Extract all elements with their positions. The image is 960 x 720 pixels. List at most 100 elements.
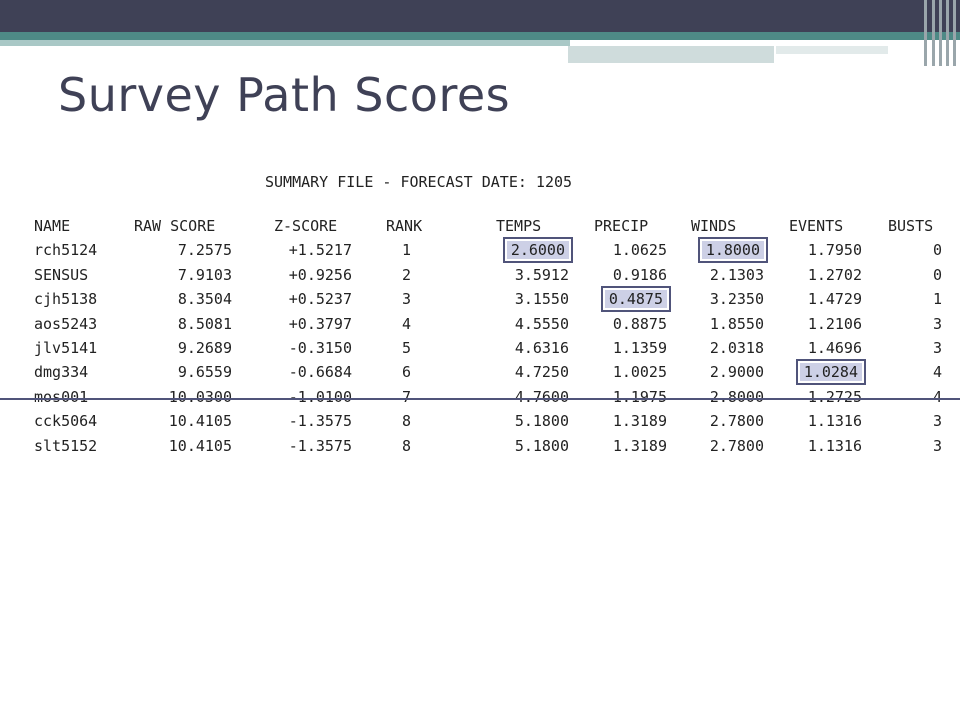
cell-value: 2.0318 — [709, 338, 764, 357]
cell-value: 1.1975 — [612, 387, 667, 406]
table-cell: 4 — [884, 360, 942, 384]
accent-band — [0, 32, 960, 40]
table-cell: 4.7250 — [489, 360, 569, 384]
cell-value: 0.8875 — [612, 314, 667, 333]
table-cell: 1.0625 — [587, 238, 667, 262]
table-cell: +0.3797 — [264, 312, 352, 336]
cell-value: 8 — [401, 436, 412, 455]
cell-value: dmg334 — [34, 363, 89, 382]
table-row: cjh5138 8.3504 +0.5237 3 3.1550 0.4875 3.2350 1… — [34, 286, 949, 313]
cell-value: 3.2350 — [709, 290, 764, 309]
cell-value: 8.3504 — [177, 290, 232, 309]
cell-value: 1.8550 — [709, 314, 764, 333]
cell-value: 10.4105 — [168, 436, 232, 455]
table-cell: 4.5550 — [489, 312, 569, 336]
cell-value: -1.3575 — [288, 412, 352, 431]
table-cell: 10.4105 — [129, 409, 232, 433]
table-header-row: NAME RAW SCORE Z-SCORE RANK TEMPS PRECIP… — [34, 214, 949, 238]
table-cell: 0 — [884, 263, 942, 287]
table-cell: slt5152 — [34, 434, 97, 458]
cell-value: 1 — [401, 241, 412, 260]
table-cell: +0.5237 — [264, 287, 352, 311]
table-cell: 1.2106 — [782, 312, 862, 336]
table-cell: 1.2702 — [782, 263, 862, 287]
cell-value: 1.1316 — [807, 412, 862, 431]
cell-value: 4.6316 — [514, 338, 569, 357]
highlighted-value: 2.6000 — [502, 237, 574, 264]
table-cell: 3.2350 — [684, 287, 764, 311]
table-cell: 9.2689 — [129, 336, 232, 360]
table-cell: -1.0100 — [264, 385, 352, 409]
cell-value: mos001 — [34, 387, 89, 406]
table-cell: 1.1316 — [782, 434, 862, 458]
cell-value: 1.3189 — [612, 412, 667, 431]
column-header: RAW SCORE — [134, 217, 216, 235]
cell-value: 7.2575 — [177, 241, 232, 260]
cell-value: 5.1800 — [514, 436, 569, 455]
cell-value: +0.3797 — [288, 314, 352, 333]
table-row: slt5152 10.4105 -1.3575 8 5.1800 1.3189 2.7800… — [34, 434, 949, 458]
table-cell: 3.1550 — [489, 287, 569, 311]
table-cell: 1.8000 — [684, 237, 769, 264]
cell-value: 2.9000 — [709, 363, 764, 382]
cell-value: 1.4729 — [807, 290, 862, 309]
cell-value: 8 — [401, 412, 412, 431]
cell-value: 7 — [401, 387, 412, 406]
table-cell: 8 — [384, 434, 429, 458]
table-cell: 5.1800 — [489, 409, 569, 433]
cell-value: 9.2689 — [177, 338, 232, 357]
table-cell: 2.9000 — [684, 360, 764, 384]
table-cell: 3 — [884, 409, 942, 433]
cell-value: 2.7800 — [709, 436, 764, 455]
cell-value: rch5124 — [34, 241, 98, 260]
cell-value: -1.3575 — [288, 436, 352, 455]
table-cell: 1.3189 — [587, 434, 667, 458]
cell-value: 1.1316 — [807, 436, 862, 455]
table-cell: 1.0025 — [587, 360, 667, 384]
table-cell: 3 — [884, 336, 942, 360]
cell-value: 3 — [932, 338, 942, 357]
cell-value: SENSUS — [34, 265, 89, 284]
cell-value: 10.0300 — [168, 387, 232, 406]
column-header: PRECIP — [594, 217, 649, 235]
table-cell: 1.2725 — [782, 385, 862, 409]
table-cell: 8 — [384, 409, 429, 433]
cell-value: 5 — [401, 338, 412, 357]
accent-band-light — [776, 46, 888, 54]
table-cell: 6 — [384, 360, 429, 384]
table-cell: aos5243 — [34, 312, 97, 336]
table-row: mos001 10.0300 -1.0100 7 4.7600 1.1975 2.8000 1… — [34, 385, 949, 409]
table-cell: 5.1800 — [489, 434, 569, 458]
cell-value: 2 — [401, 265, 412, 284]
cell-value: 1 — [932, 290, 942, 309]
column-header: RANK — [386, 217, 423, 235]
table-cell: -1.3575 — [264, 409, 352, 433]
cell-value: 0 — [932, 265, 942, 284]
table-cell: 7.9103 — [129, 263, 232, 287]
column-header: NAME — [34, 217, 71, 235]
table-cell: SENSUS — [34, 263, 88, 287]
cell-value: 1.2702 — [807, 265, 862, 284]
cell-value: cck5064 — [34, 412, 98, 431]
header-band — [0, 0, 960, 32]
table-cell: 4.6316 — [489, 336, 569, 360]
cell-value: +1.5217 — [288, 241, 352, 260]
cell-value: 2.8000 — [709, 387, 764, 406]
table-cell: -1.3575 — [264, 434, 352, 458]
table-cell: 10.4105 — [129, 434, 232, 458]
table-cell: jlv5141 — [34, 336, 97, 360]
table-cell: 1.1316 — [782, 409, 862, 433]
table-cell: 10.0300 — [129, 385, 232, 409]
cell-value: +0.9256 — [288, 265, 352, 284]
summary-heading: SUMMARY FILE - FORECAST DATE: 1205 — [265, 173, 573, 191]
accent-band-light — [0, 40, 570, 46]
table-cell: 2.0318 — [684, 336, 764, 360]
table-cell: 7.2575 — [129, 238, 232, 262]
cell-value: 3 — [401, 290, 412, 309]
column-header: BUSTS — [888, 217, 934, 235]
summary-table: NAME RAW SCORE Z-SCORE RANK TEMPS PRECIP… — [34, 214, 949, 458]
table-cell: 0.9186 — [587, 263, 667, 287]
cell-value: aos5243 — [34, 314, 98, 333]
table-cell: -0.3150 — [264, 336, 352, 360]
table-cell: 8.3504 — [129, 287, 232, 311]
